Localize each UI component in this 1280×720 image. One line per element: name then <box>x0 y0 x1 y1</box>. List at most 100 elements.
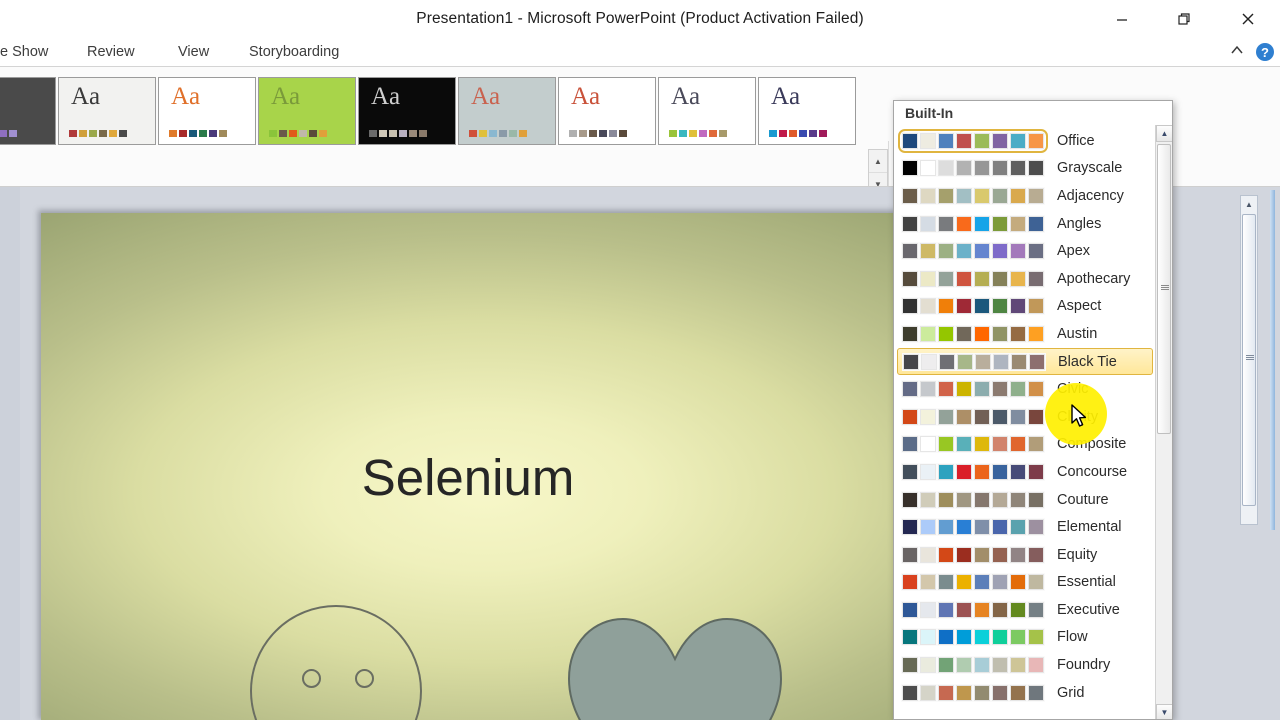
theme-swatch <box>209 130 217 137</box>
theme-swatch <box>269 130 277 137</box>
dropdown-scroll-up-button[interactable]: ▲ <box>1156 125 1172 142</box>
theme-thumbnail[interactable]: Aa <box>358 77 456 145</box>
title-bar: Presentation1 - Microsoft PowerPoint (Pr… <box>0 0 1280 38</box>
theme-color-option[interactable]: Apothecary <box>894 265 1156 293</box>
color-swatch <box>919 573 937 592</box>
theme-color-option[interactable]: Austin <box>894 320 1156 348</box>
theme-thumbnail[interactable]: Aa <box>558 77 656 145</box>
color-swatch <box>901 628 919 647</box>
ribbon-tab[interactable]: e Show <box>0 38 48 67</box>
color-swatch <box>1009 242 1027 261</box>
theme-color-swatches <box>901 435 1045 454</box>
theme-color-option[interactable]: Black Tie <box>897 347 1153 376</box>
color-swatch <box>955 573 973 592</box>
color-swatch <box>901 462 919 481</box>
restore-button[interactable] <box>1161 4 1207 34</box>
theme-color-option[interactable]: Equity <box>894 541 1156 569</box>
theme-color-option[interactable]: Concourse <box>894 458 1156 486</box>
color-swatch <box>1027 159 1045 178</box>
color-swatch <box>1027 435 1045 454</box>
color-swatch <box>937 407 955 426</box>
color-swatch <box>973 242 991 261</box>
slide-pane-scroll-thumb[interactable] <box>1242 214 1256 506</box>
theme-swatch <box>609 130 617 137</box>
smiley-face-shape[interactable] <box>250 605 422 720</box>
color-swatch <box>1027 269 1045 288</box>
color-swatch <box>973 435 991 454</box>
color-swatch <box>955 600 973 619</box>
theme-swatch <box>199 130 207 137</box>
color-swatch <box>901 490 919 509</box>
theme-thumbnail[interactable]: Aa <box>758 77 856 145</box>
color-swatch <box>937 297 955 316</box>
theme-thumbnail[interactable]: Aa <box>158 77 256 145</box>
theme-color-option[interactable]: Aspect <box>894 293 1156 321</box>
theme-color-swatches <box>901 628 1045 647</box>
color-swatch <box>937 380 955 399</box>
theme-color-option[interactable]: Adjacency <box>894 182 1156 210</box>
color-swatch <box>955 242 973 261</box>
ribbon-tab[interactable]: View <box>178 38 209 67</box>
color-swatch <box>919 600 937 619</box>
dropdown-scroll-down-button[interactable]: ▼ <box>1156 704 1172 719</box>
theme-swatch <box>279 130 287 137</box>
color-swatch <box>938 352 956 371</box>
theme-color-option[interactable]: Foundry <box>894 651 1156 679</box>
theme-color-option[interactable]: Elemental <box>894 513 1156 541</box>
theme-color-option[interactable]: Essential <box>894 569 1156 597</box>
ribbon-tab[interactable]: Storyboarding <box>249 38 339 67</box>
ribbon-tab[interactable]: Review <box>87 38 135 67</box>
theme-color-option[interactable]: Executive <box>894 596 1156 624</box>
theme-color-option[interactable]: Couture <box>894 486 1156 514</box>
color-swatch <box>973 462 991 481</box>
theme-swatch <box>479 130 487 137</box>
theme-thumbnail[interactable]: Aa <box>0 77 56 145</box>
theme-color-option[interactable]: Office <box>894 127 1156 155</box>
slide-title-text[interactable]: Selenium <box>41 448 895 507</box>
color-swatch <box>937 573 955 592</box>
themes-scroll-up-button[interactable]: ▲ <box>869 150 887 173</box>
color-swatch <box>937 242 955 261</box>
color-swatch <box>919 518 937 537</box>
color-swatch <box>919 186 937 205</box>
svg-text:?: ? <box>1261 45 1269 60</box>
theme-color-option[interactable]: Flow <box>894 624 1156 652</box>
theme-color-option[interactable]: Grid <box>894 679 1156 707</box>
theme-color-swatches <box>901 656 1045 675</box>
theme-swatch <box>399 130 407 137</box>
color-swatch <box>901 435 919 454</box>
color-swatch <box>991 186 1009 205</box>
theme-color-option[interactable]: Angles <box>894 210 1156 238</box>
theme-color-option[interactable]: Apex <box>894 237 1156 265</box>
slide-canvas[interactable]: Selenium <box>41 213 895 720</box>
help-button[interactable]: ? <box>1255 42 1275 67</box>
theme-thumbnail[interactable]: Aa <box>58 77 156 145</box>
color-swatch <box>901 380 919 399</box>
color-swatch <box>973 159 991 178</box>
theme-thumbnail[interactable]: Aa <box>458 77 556 145</box>
theme-color-option[interactable]: Clarity <box>894 403 1156 431</box>
color-swatch <box>1009 545 1027 564</box>
minimize-button[interactable] <box>1099 4 1145 34</box>
ribbon-collapse-button[interactable] <box>1228 42 1246 63</box>
color-swatch <box>920 352 938 371</box>
window-right-edge <box>1270 190 1275 530</box>
color-swatch <box>1009 269 1027 288</box>
color-swatch <box>901 656 919 675</box>
color-swatch <box>1009 297 1027 316</box>
theme-colors-dropdown[interactable]: Built-In Office Grayscale Adjacency Angles A… <box>893 100 1173 720</box>
heart-shape[interactable] <box>565 613 785 720</box>
theme-color-option[interactable]: Civic <box>894 375 1156 403</box>
color-swatch <box>1009 518 1027 537</box>
theme-color-label: Black Tie <box>1058 353 1117 370</box>
theme-color-option[interactable]: Grayscale <box>894 155 1156 183</box>
theme-colors-list[interactable]: Office Grayscale Adjacency Angles Apex Apothe… <box>894 127 1156 719</box>
dropdown-scroll-thumb[interactable] <box>1157 144 1171 434</box>
theme-swatch <box>719 130 727 137</box>
close-button[interactable] <box>1225 4 1271 34</box>
theme-color-option[interactable]: Composite <box>894 431 1156 459</box>
scroll-up-button[interactable]: ▲ <box>1241 196 1257 213</box>
theme-thumbnail[interactable]: Aa <box>258 77 356 145</box>
theme-thumbnail[interactable]: Aa <box>658 77 756 145</box>
dropdown-scrollbar[interactable]: ▲ ▼ <box>1155 125 1172 719</box>
